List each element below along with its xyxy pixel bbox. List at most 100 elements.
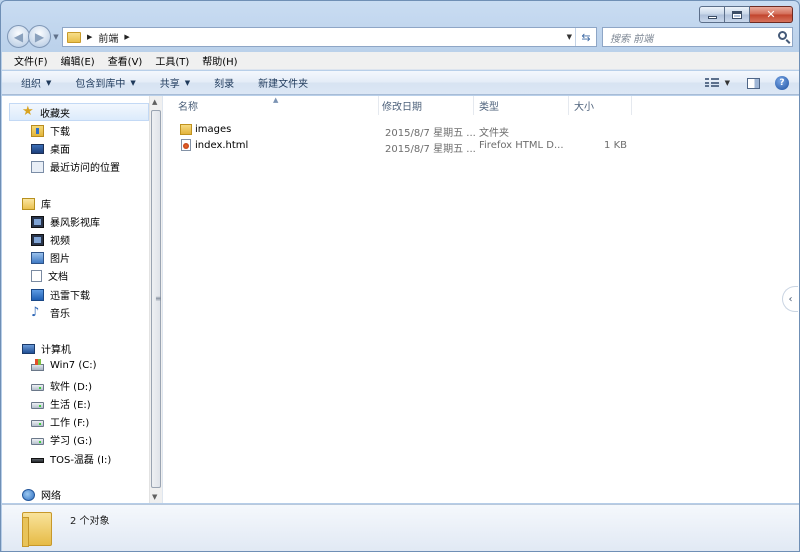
desktop-icon bbox=[31, 143, 44, 154]
menu-bar: 文件(F) 编辑(E) 查看(V) 工具(T) 帮助(H) bbox=[2, 52, 799, 70]
back-arrow-icon: ◀ bbox=[13, 29, 24, 44]
refresh-button[interactable]: ⇆ bbox=[575, 28, 596, 46]
nav-desktop-label: 桌面 bbox=[50, 145, 70, 156]
nav-videos[interactable]: 视频 bbox=[31, 232, 70, 247]
preview-pane-icon[interactable] bbox=[747, 77, 760, 89]
usb-drive-icon bbox=[31, 458, 44, 463]
forward-button[interactable]: ▶ bbox=[28, 25, 51, 48]
organize-button[interactable]: 组织 ▼ bbox=[21, 75, 51, 91]
search-icon[interactable] bbox=[778, 31, 787, 40]
nav-drive-e-label: 生活 (E:) bbox=[50, 400, 91, 411]
view-options-dropdown[interactable]: ▼ bbox=[725, 79, 730, 87]
nav-libraries-label: 库 bbox=[41, 200, 51, 211]
file-date: 2015/8/7 星期五 ... bbox=[385, 144, 476, 155]
nav-drive-f[interactable]: 工作 (F:) bbox=[31, 414, 89, 429]
column-type[interactable]: 类型 bbox=[474, 96, 569, 115]
file-size: 1 KB bbox=[604, 140, 627, 151]
breadcrumb-current[interactable]: 前端 bbox=[98, 30, 118, 45]
nav-computer-label: 计算机 bbox=[41, 345, 71, 356]
nav-drive-g[interactable]: 学习 (G:) bbox=[31, 432, 92, 447]
maximize-icon bbox=[732, 10, 742, 19]
back-button[interactable]: ◀ bbox=[7, 25, 30, 48]
nav-baofeng-label: 暴风影视库 bbox=[50, 218, 100, 229]
nav-favorites[interactable]: ★ 收藏夹 bbox=[9, 103, 149, 121]
nav-pictures[interactable]: 图片 bbox=[31, 250, 70, 265]
file-type: 文件夹 bbox=[479, 128, 509, 139]
nav-recent[interactable]: 最近访问的位置 bbox=[31, 159, 120, 174]
new-folder-button[interactable]: 新建文件夹 bbox=[258, 75, 308, 90]
scroll-down-icon[interactable]: ▼ bbox=[152, 493, 157, 501]
file-row[interactable]: images 2015/8/7 星期五 ... 文件夹 bbox=[175, 122, 635, 139]
hard-drive-icon bbox=[31, 419, 44, 427]
chevron-left-icon: ‹ bbox=[788, 293, 793, 305]
nav-xunlei[interactable]: 迅雷下载 bbox=[31, 287, 90, 302]
toolbar-right: ▼ ? bbox=[704, 71, 799, 95]
close-button[interactable]: ✕ bbox=[750, 6, 793, 23]
menu-view[interactable]: 查看(V) bbox=[108, 53, 143, 68]
nav-computer[interactable]: 计算机 bbox=[22, 341, 71, 356]
minimize-button[interactable] bbox=[699, 6, 725, 23]
nav-music[interactable]: ♪ 音乐 bbox=[31, 305, 70, 321]
burn-button[interactable]: 刻录 bbox=[214, 75, 234, 90]
minimize-icon bbox=[707, 15, 717, 19]
nav-drive-c[interactable]: Win7 (C:) bbox=[31, 358, 96, 371]
nav-drive-e[interactable]: 生活 (E:) bbox=[31, 396, 91, 411]
share-button[interactable]: 共享 ▼ bbox=[160, 75, 190, 91]
details-pane: 2 个对象 bbox=[2, 504, 799, 551]
menu-tools[interactable]: 工具(T) bbox=[155, 53, 189, 68]
file-name: images bbox=[195, 124, 232, 135]
nav-downloads-label: 下载 bbox=[50, 127, 70, 138]
help-icon[interactable]: ? bbox=[775, 76, 789, 90]
menu-help[interactable]: 帮助(H) bbox=[202, 53, 237, 68]
folder-icon bbox=[180, 124, 192, 135]
column-size[interactable]: 大小 bbox=[569, 96, 632, 115]
nav-recent-label: 最近访问的位置 bbox=[50, 163, 120, 174]
star-icon: ★ bbox=[22, 103, 34, 119]
nav-desktop[interactable]: 桌面 bbox=[31, 141, 70, 156]
recent-pages-dropdown[interactable]: ▼ bbox=[51, 33, 61, 41]
downloads-folder-icon bbox=[31, 124, 44, 137]
maximize-button[interactable] bbox=[725, 6, 750, 23]
hard-drive-icon bbox=[31, 437, 44, 445]
column-name[interactable]: 名称 bbox=[163, 96, 379, 115]
file-name: index.html bbox=[195, 140, 249, 151]
address-history-dropdown[interactable]: ▼ bbox=[567, 33, 572, 41]
navigation-scrollbar[interactable]: ▲ ≡ ▼ bbox=[149, 96, 162, 503]
hard-drive-icon bbox=[31, 401, 44, 409]
nav-libraries[interactable]: 库 bbox=[22, 196, 51, 211]
scrollbar-thumb[interactable]: ≡ bbox=[151, 110, 162, 488]
menu-file[interactable]: 文件(F) bbox=[14, 53, 48, 68]
explorer-window: ✕ ◀ ▶ ▼ ▶ 前端 ▶ ▼ ⇆ 搜索 前端 文件(F) 编辑(E) 查看(… bbox=[0, 0, 800, 552]
column-modified[interactable]: 修改日期 bbox=[379, 96, 474, 115]
column-headers: ▲ 名称 修改日期 类型 大小 bbox=[163, 96, 799, 115]
nav-drive-i-label: TOS-温磊 (I:) bbox=[50, 455, 112, 466]
nav-documents[interactable]: 文档 bbox=[31, 268, 68, 283]
documents-icon bbox=[31, 269, 42, 282]
grip-icon: ≡ bbox=[155, 294, 162, 303]
caption-buttons: ✕ bbox=[699, 6, 793, 23]
address-bar[interactable]: ▶ 前端 ▶ ▼ ⇆ bbox=[62, 27, 597, 47]
item-count: 2 个对象 bbox=[70, 516, 110, 527]
view-options-icon[interactable] bbox=[704, 78, 719, 88]
nav-network-label: 网络 bbox=[41, 491, 61, 502]
forward-arrow-icon: ▶ bbox=[34, 29, 45, 44]
recent-places-icon bbox=[31, 160, 44, 173]
nav-baofeng[interactable]: 暴风影视库 bbox=[31, 214, 100, 229]
nav-drive-d[interactable]: 软件 (D:) bbox=[31, 378, 92, 393]
search-input[interactable]: 搜索 前端 bbox=[610, 30, 653, 45]
file-type: Firefox HTML D... bbox=[479, 140, 564, 151]
file-row[interactable]: index.html 2015/8/7 星期五 ... Firefox HTML… bbox=[175, 138, 635, 155]
download-library-icon bbox=[31, 288, 44, 301]
folder-icon bbox=[22, 512, 52, 547]
menu-edit[interactable]: 编辑(E) bbox=[61, 53, 95, 68]
scroll-up-icon[interactable]: ▲ bbox=[152, 98, 157, 106]
file-list: images 2015/8/7 星期五 ... 文件夹 index.html 2… bbox=[163, 115, 799, 503]
nav-network[interactable]: 网络 bbox=[22, 487, 61, 502]
nav-drive-i[interactable]: TOS-温磊 (I:) bbox=[31, 451, 111, 466]
nav-videos-label: 视频 bbox=[50, 236, 70, 247]
include-library-button[interactable]: 包含到库中 ▼ bbox=[75, 75, 135, 91]
search-box[interactable]: 搜索 前端 bbox=[602, 27, 793, 47]
breadcrumb-arrow-icon[interactable]: ▶ bbox=[124, 33, 129, 41]
breadcrumb-arrow-icon[interactable]: ▶ bbox=[87, 33, 92, 41]
nav-downloads[interactable]: 下载 bbox=[31, 123, 70, 138]
